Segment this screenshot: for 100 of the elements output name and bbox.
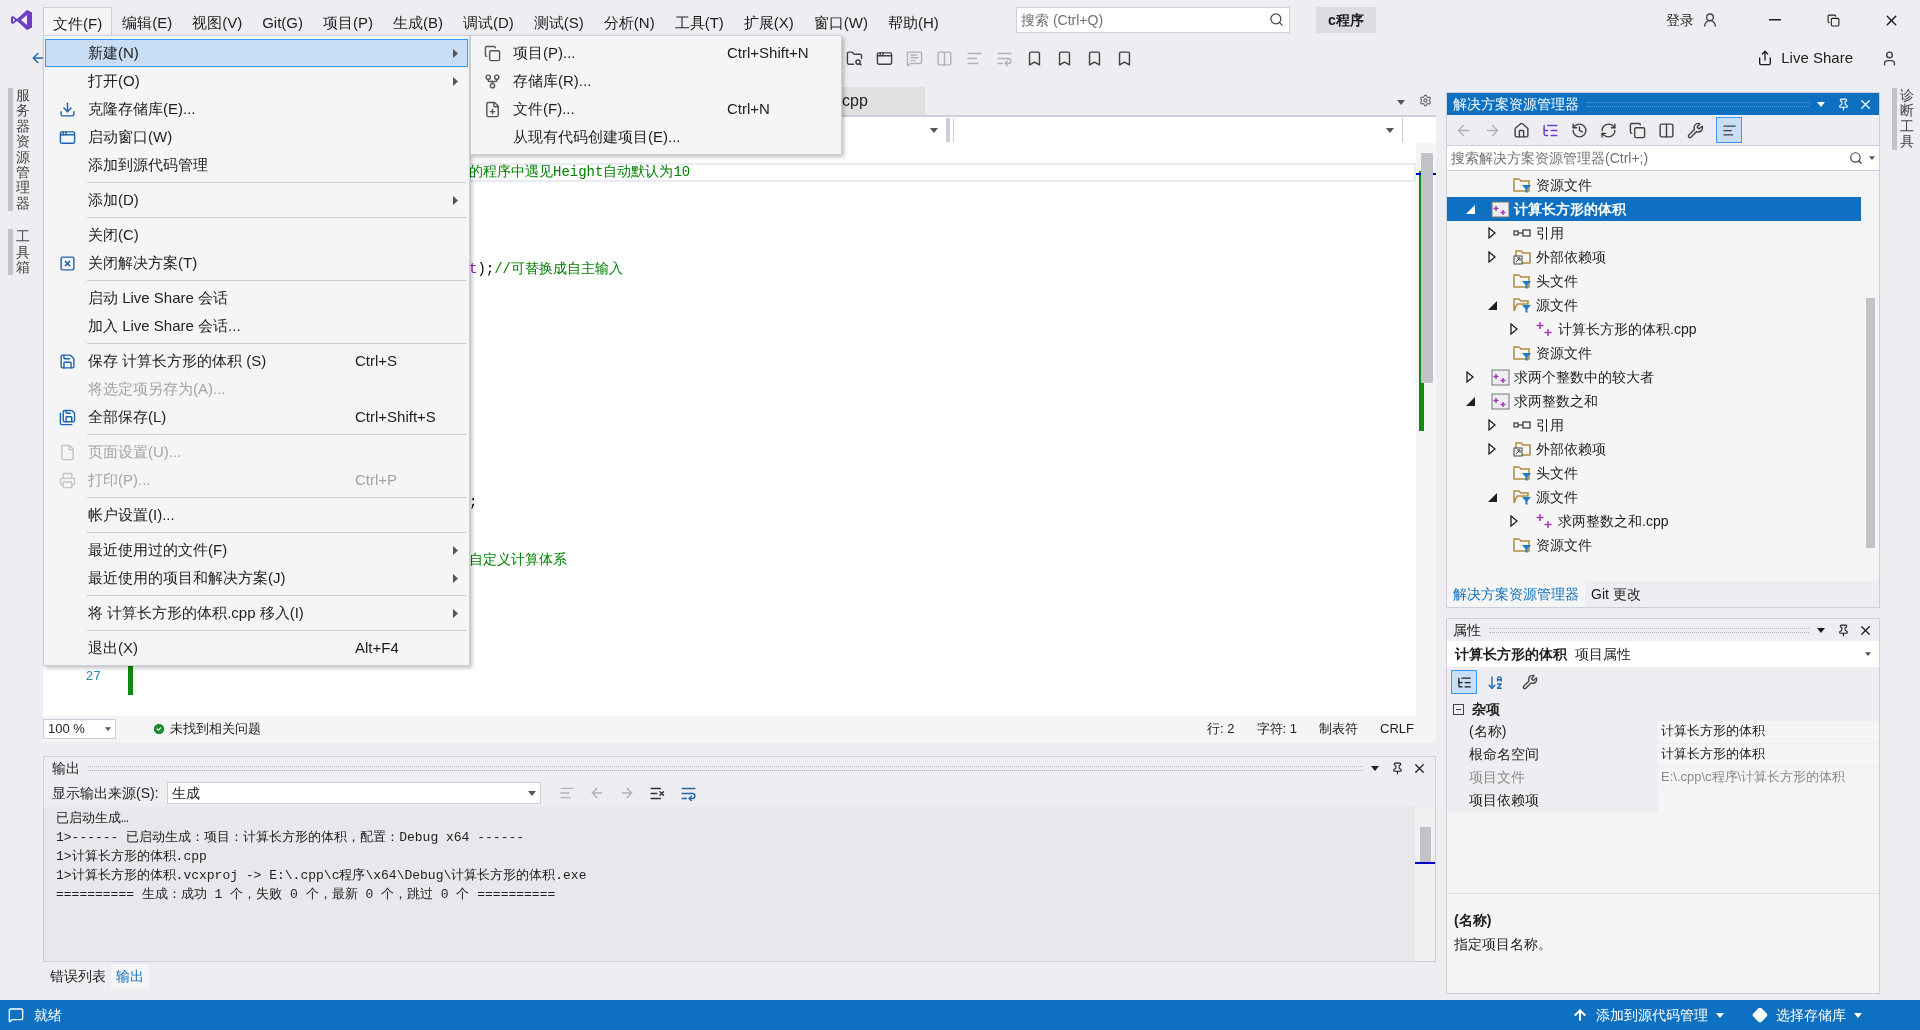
menu-entry[interactable]: 克隆存储库(E)...: [45, 95, 468, 123]
pin-icon[interactable]: [1837, 623, 1850, 637]
menu-item[interactable]: 调试(D): [453, 9, 524, 37]
menu-item[interactable]: 分析(N): [593, 9, 665, 37]
home-icon[interactable]: [1513, 121, 1530, 139]
bookmark-icon[interactable]: [1056, 49, 1073, 67]
collapse-arrow-icon[interactable]: [1487, 300, 1497, 310]
wrench-icon[interactable]: [1522, 674, 1538, 690]
menu-entry[interactable]: 启动 Live Share 会话: [45, 284, 468, 312]
pin-icon[interactable]: [1391, 761, 1404, 775]
back-icon[interactable]: [30, 50, 46, 66]
search-field[interactable]: 搜索解决方案资源管理器(Ctrl+;): [1447, 145, 1879, 171]
expand-arrow-icon[interactable]: [1488, 419, 1496, 431]
menu-entry[interactable]: 将 计算长方形的体积.cpp 移入(I): [45, 599, 468, 627]
panel-tab[interactable]: 错误列表: [45, 964, 111, 988]
bookmark-icon[interactable]: [1086, 49, 1103, 67]
menu-entry[interactable]: 最近使用过的文件(F): [45, 536, 468, 564]
menu-entry[interactable]: 最近使用的项目和解决方案(J): [45, 564, 468, 592]
settings-icon[interactable]: [1419, 94, 1432, 107]
menu-item[interactable]: 帮助(H): [877, 9, 949, 37]
editor-tab[interactable]: cpp: [840, 87, 925, 115]
panel-tab[interactable]: 输出: [111, 964, 149, 988]
source-control-button[interactable]: 添加到源代码管理: [1572, 1004, 1724, 1026]
search-field[interactable]: 搜索 (Ctrl+Q): [1016, 7, 1290, 33]
object-dropdown[interactable]: 计算长方形的体积 项目属性: [1447, 641, 1879, 667]
collapse-arrow-icon[interactable]: [1465, 396, 1475, 406]
preview-toggle[interactable]: [1716, 117, 1742, 143]
menu-entry[interactable]: 添加到源代码管理: [45, 151, 468, 179]
menu-item[interactable]: 项目(P): [313, 9, 383, 37]
scrollbar[interactable]: [1415, 807, 1435, 961]
side-tab[interactable]: 工具箱: [8, 229, 30, 276]
menu-entry[interactable]: 加入 Live Share 会话...: [45, 312, 468, 340]
tree-item[interactable]: 外部依赖项: [1447, 245, 1879, 269]
menu-entry[interactable]: 帐户设置(I)...: [45, 501, 468, 529]
menu-item[interactable]: 扩展(X): [733, 9, 804, 37]
collapse-arrow-icon[interactable]: [1487, 492, 1497, 502]
menu-item[interactable]: 编辑(E): [112, 9, 183, 37]
tree-item[interactable]: 求两个整数中的较大者: [1447, 365, 1879, 389]
source-dropdown[interactable]: 生成: [166, 782, 541, 804]
collapse-box-icon[interactable]: [1453, 703, 1464, 715]
account-icon[interactable]: [1702, 12, 1718, 28]
menu-entry[interactable]: 文件(F)... Ctrl+N: [471, 95, 841, 123]
tree-item[interactable]: 计算长方形的体积.cpp: [1447, 317, 1879, 341]
panel-tab[interactable]: Git 更改: [1585, 582, 1647, 607]
menu-entry[interactable]: 打开(O): [45, 67, 468, 95]
menu-entry[interactable]: 关闭解决方案(T): [45, 249, 468, 277]
bookmark-icon[interactable]: [1026, 49, 1043, 67]
menu-entry[interactable]: 关闭(C): [45, 221, 468, 249]
scrollbar[interactable]: [1416, 143, 1436, 716]
tree-item[interactable]: 源文件: [1447, 293, 1879, 317]
tree-item[interactable]: 资源文件: [1447, 341, 1879, 365]
tree-item[interactable]: 求两整数之和: [1447, 389, 1879, 413]
tree-item[interactable]: 源文件: [1447, 485, 1879, 509]
live-share-button[interactable]: Live Share: [1757, 46, 1853, 70]
show-all-files-icon[interactable]: [1658, 121, 1675, 139]
tree-item[interactable]: 计算长方形的体积: [1447, 197, 1861, 221]
menu-item[interactable]: 窗口(W): [803, 9, 878, 37]
tree-item[interactable]: 资源文件: [1447, 173, 1879, 197]
categorized-toggle[interactable]: [1451, 670, 1477, 694]
menu-entry[interactable]: 全部保存(L) Ctrl+Shift+S: [45, 403, 468, 431]
expand-arrow-icon[interactable]: [1488, 443, 1496, 455]
tree-item[interactable]: 资源文件: [1447, 533, 1879, 557]
expand-arrow-icon[interactable]: [1466, 371, 1474, 383]
menu-entry[interactable]: 启动窗口(W): [45, 123, 468, 151]
menu-entry[interactable]: 新建(N): [45, 39, 468, 67]
collapse-all-icon[interactable]: [1629, 121, 1646, 139]
menu-entry[interactable]: 添加(D): [45, 186, 468, 214]
side-tab[interactable]: 诊断工具: [1892, 88, 1914, 150]
tree-item[interactable]: 头文件: [1447, 461, 1879, 485]
side-tab[interactable]: 服务器资源管理器: [8, 88, 30, 212]
bookmark-icon[interactable]: [1116, 49, 1133, 67]
menu-item[interactable]: 测试(S): [523, 9, 594, 37]
alphabetical-icon[interactable]: [1487, 673, 1504, 691]
menu-item[interactable]: 生成(B): [383, 9, 453, 37]
menu-entry[interactable]: 存储库(R)...: [471, 67, 841, 95]
tree-item[interactable]: 引用: [1447, 413, 1879, 437]
window-icon[interactable]: [876, 49, 893, 67]
feedback-icon[interactable]: [1881, 49, 1898, 67]
menu-item[interactable]: Git(G): [252, 9, 313, 37]
tree-item[interactable]: 头文件: [1447, 269, 1879, 293]
expand-arrow-icon[interactable]: [1510, 323, 1518, 335]
sign-in-button[interactable]: 登录: [1666, 9, 1694, 31]
panel-tab[interactable]: 解决方案资源管理器: [1447, 582, 1585, 607]
history-icon[interactable]: [1571, 121, 1588, 139]
folder-search-icon[interactable]: [846, 49, 863, 67]
tree-item[interactable]: 求两整数之和.cpp: [1447, 509, 1879, 533]
menu-entry[interactable]: 从现有代码创建项目(E)...: [471, 123, 841, 151]
tree-item[interactable]: 引用: [1447, 221, 1879, 245]
expand-arrow-icon[interactable]: [1488, 251, 1496, 263]
menu-item[interactable]: 视图(V): [182, 9, 253, 37]
menu-entry[interactable]: 保存 计算长方形的体积 (S) Ctrl+S: [45, 347, 468, 375]
wrench-icon[interactable]: [1687, 121, 1704, 139]
menu-item[interactable]: 工具(T): [664, 9, 734, 37]
menu-entry[interactable]: 退出(X) Alt+F4: [45, 634, 468, 662]
expand-arrow-icon[interactable]: [1488, 227, 1496, 239]
refresh-icon[interactable]: [1600, 121, 1617, 139]
zoom-dropdown[interactable]: 100 %: [43, 719, 116, 739]
tree-item[interactable]: 外部依赖项: [1447, 437, 1879, 461]
expand-arrow-icon[interactable]: [1510, 515, 1518, 527]
repository-button[interactable]: 选择存储库: [1752, 1004, 1862, 1026]
